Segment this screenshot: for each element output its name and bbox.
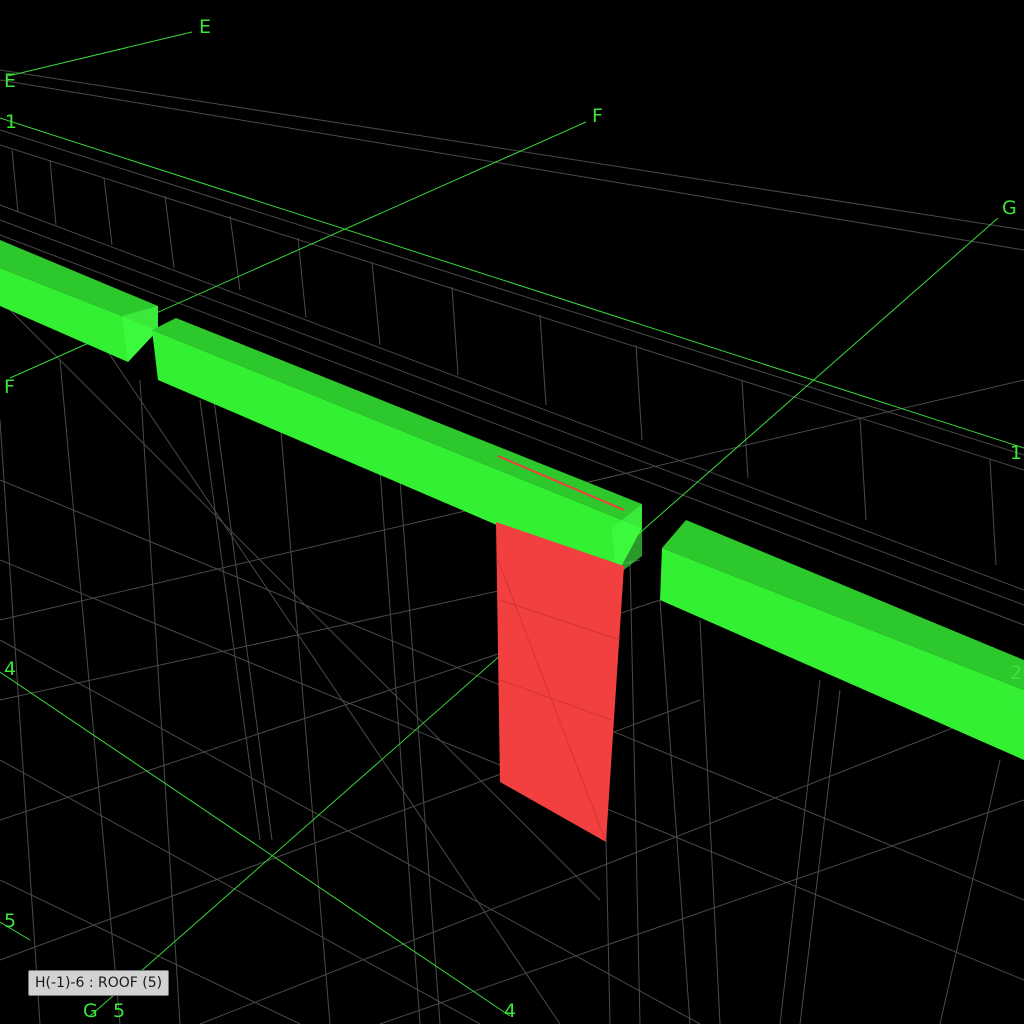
grid-label-g-top: G: [1002, 197, 1017, 219]
grid-label-2-right: 2: [1010, 662, 1023, 684]
roof-beam-center[interactable]: [152, 318, 642, 576]
3d-viewport[interactable]: E E 1 F G F 1 4 2 3 5 G 5 4 H(-1)-6 : RO…: [0, 0, 1024, 1024]
grid-label-4-left: 4: [4, 658, 17, 680]
grid-label-5-bottom: 5: [113, 1000, 126, 1022]
selection-tag: H(-1)-6 : ROOF (5): [28, 970, 170, 996]
grid-label-1-left: 1: [5, 111, 18, 133]
grid-label-3-right: 3: [1010, 688, 1023, 710]
grid-label-5-left: 5: [4, 910, 17, 932]
grid-label-g-bottom: G: [83, 1000, 98, 1022]
grid-label-e-left: E: [4, 70, 17, 92]
grid-label-e-top: E: [199, 16, 212, 38]
grid-label-f-top: F: [592, 105, 603, 127]
selected-wall-panel[interactable]: [496, 522, 624, 842]
wireframe-scene: [0, 31, 1024, 1024]
roof-beam-left[interactable]: [0, 240, 158, 362]
grid-label-f-left: F: [4, 376, 15, 398]
grid-label-1-right: 1: [1010, 442, 1023, 464]
grid-label-4-bottom: 4: [504, 1000, 517, 1022]
